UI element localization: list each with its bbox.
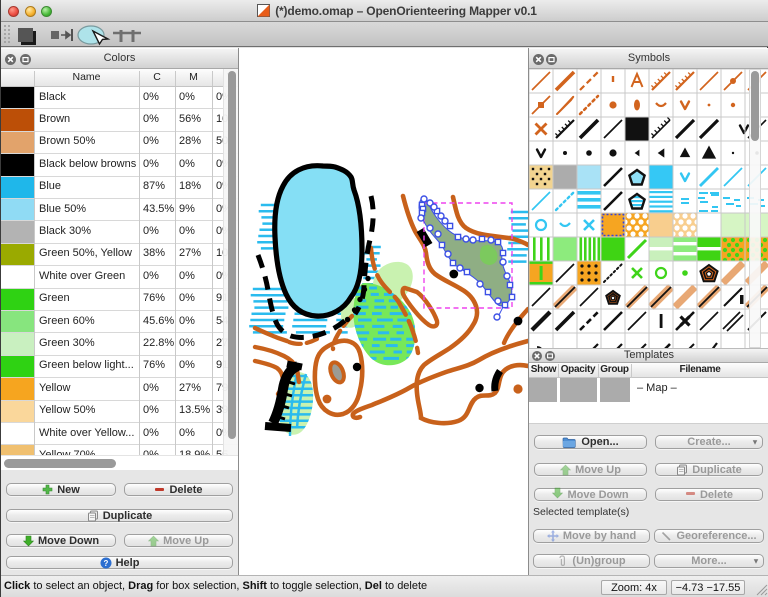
svg-text:?: ? bbox=[103, 558, 108, 567]
